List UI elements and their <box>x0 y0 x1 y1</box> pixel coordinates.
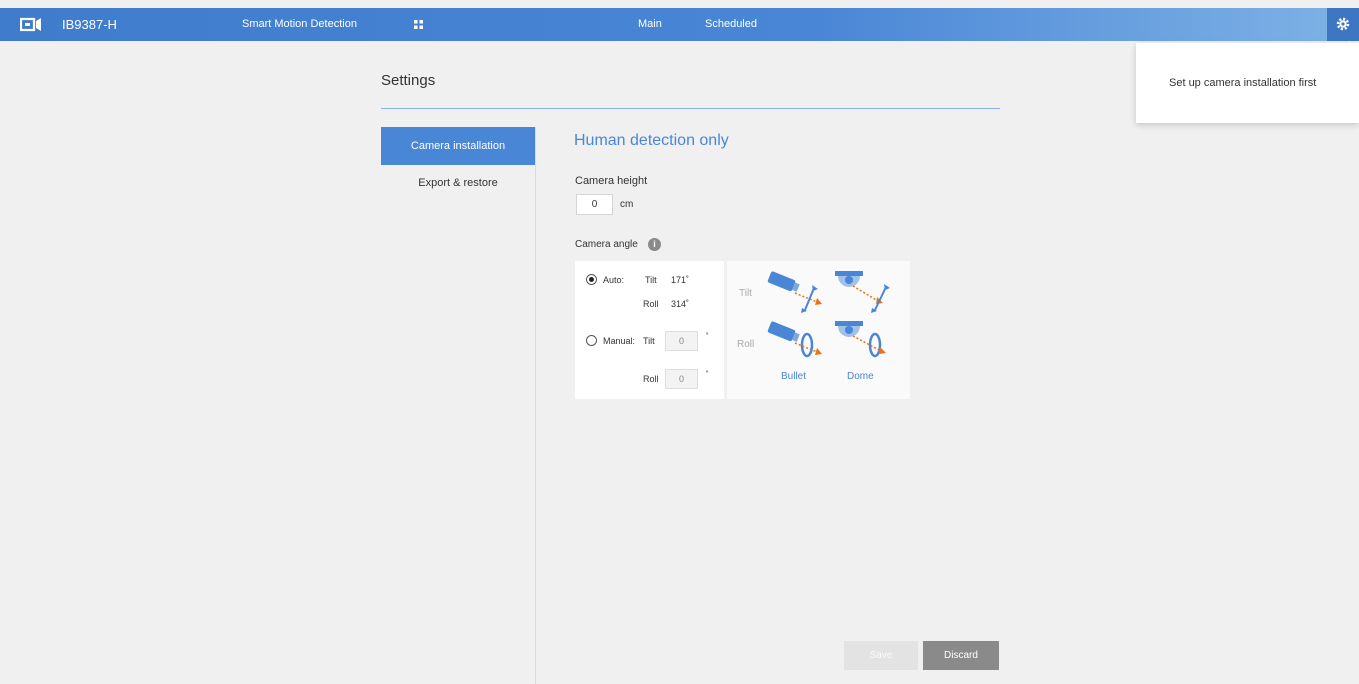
camera-height-input[interactable] <box>576 194 613 215</box>
manual-label: Manual: <box>603 336 636 346</box>
diagram-roll-label: Roll <box>737 339 755 350</box>
manual-tilt-label: Tilt <box>643 336 655 346</box>
sidebar-item-camera-installation[interactable]: Camera installation <box>381 127 535 165</box>
camera-height-unit: cm <box>620 199 634 210</box>
sidebar-divider <box>535 127 536 684</box>
angle-settings-panel: Auto: Tilt 171˚ Roll 314˚ Manual: Tilt 0… <box>575 261 724 399</box>
manual-roll-input[interactable]: 0 <box>665 369 698 389</box>
info-icon[interactable]: i <box>648 238 661 251</box>
apps-grid-icon[interactable] <box>414 20 423 29</box>
save-button[interactable]: Save <box>844 641 918 670</box>
bullet-roll-icon <box>767 321 822 358</box>
top-bar: IB9387-H Smart Motion Detection Main Sch… <box>0 8 1359 47</box>
discard-button[interactable]: Discard <box>923 641 999 670</box>
diagram-bullet-label: Bullet <box>781 371 807 382</box>
tab-main[interactable]: Main <box>638 18 662 30</box>
diagram-dome-label: Dome <box>847 371 874 382</box>
auto-tilt-label: Tilt <box>645 275 657 285</box>
app-name: Smart Motion Detection <box>242 18 357 30</box>
dome-tilt-icon <box>835 271 890 313</box>
sidebar-item-label: Export & restore <box>418 177 498 189</box>
camera-height-label: Camera height <box>575 175 648 187</box>
auto-roll-label: Roll <box>643 299 659 309</box>
section-title: Human detection only <box>574 132 729 149</box>
manual-tilt-input[interactable]: 0 <box>665 331 698 351</box>
camera-angle-diagram: Tilt Roll Bullet Dome <box>727 261 910 399</box>
diagram-tilt-label: Tilt <box>739 288 752 299</box>
manual-roll-unit: ˚ <box>706 370 709 379</box>
manual-tilt-unit: ˚ <box>706 332 709 341</box>
manual-roll-label: Roll <box>643 374 659 384</box>
tab-scheduled[interactable]: Scheduled <box>705 18 757 30</box>
settings-button[interactable] <box>1327 8 1359 41</box>
bullet-tilt-icon <box>767 271 822 313</box>
gear-icon <box>1336 17 1350 31</box>
page-title: Settings <box>381 72 436 89</box>
setup-notice-popover: Set up camera installation first <box>1136 43 1359 123</box>
camera-logo-icon <box>20 17 41 32</box>
camera-model: IB9387-H <box>62 17 117 32</box>
sidebar-item-label: Camera installation <box>410 140 506 152</box>
dome-roll-icon <box>835 321 886 358</box>
setup-notice-text: Set up camera installation first <box>1169 77 1317 89</box>
manual-radio[interactable] <box>586 335 597 346</box>
auto-tilt-value: 171˚ <box>671 275 690 285</box>
auto-label: Auto: <box>603 275 625 285</box>
sidebar-item-export-restore[interactable]: Export & restore <box>381 165 535 201</box>
auto-radio[interactable] <box>586 274 597 285</box>
title-divider <box>381 108 1000 109</box>
auto-roll-value: 314˚ <box>671 299 690 309</box>
camera-angle-label: Camera angle <box>575 239 638 250</box>
